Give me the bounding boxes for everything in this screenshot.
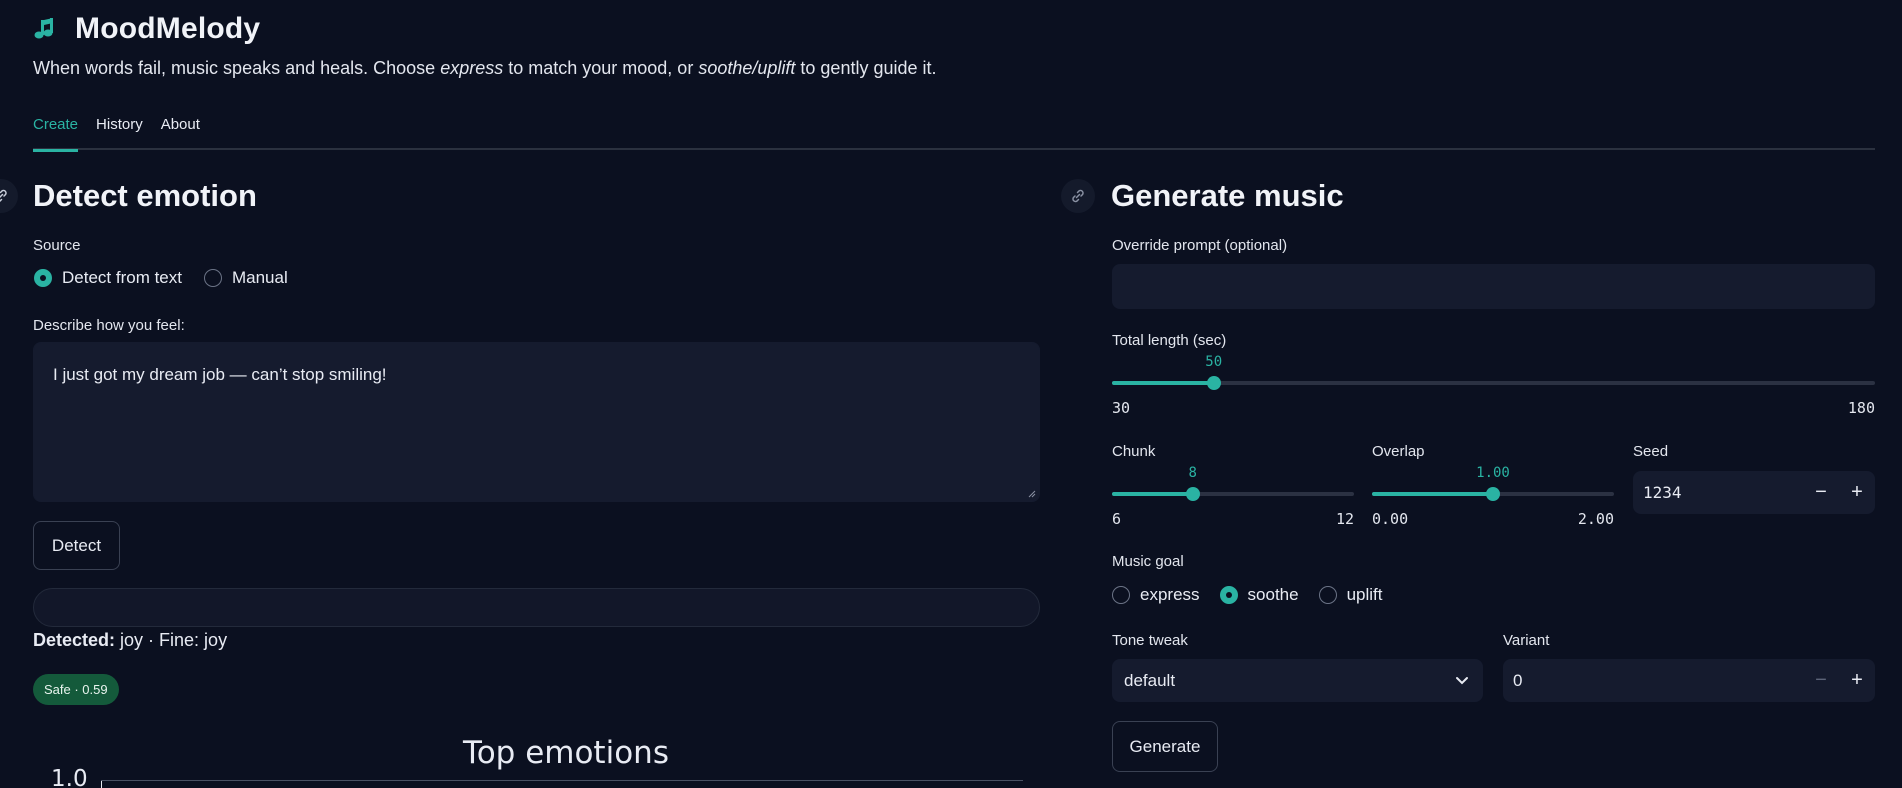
radio-label: Detect from text bbox=[62, 268, 182, 287]
slider-max: 12 bbox=[1335, 510, 1354, 528]
chart-title: Top emotions bbox=[463, 735, 669, 771]
chart-y-tick-label: 1.0 bbox=[51, 766, 88, 788]
slider-fill bbox=[1372, 492, 1493, 496]
app-page: MoodMelody When words fail, music speaks… bbox=[0, 0, 1902, 788]
seed-decrement-button[interactable]: − bbox=[1803, 471, 1839, 514]
slider-current-value: 50 bbox=[1205, 354, 1223, 370]
slider-min: 30 bbox=[1112, 399, 1131, 417]
chevron-down-icon bbox=[1456, 676, 1468, 684]
slider-current-value: 1.00 bbox=[1476, 465, 1510, 481]
detected-value: joy · Fine: joy bbox=[115, 630, 228, 650]
radio-uplift[interactable]: uplift bbox=[1318, 585, 1383, 605]
seed-label: Seed bbox=[1633, 443, 1669, 460]
radio-label: express bbox=[1140, 585, 1200, 604]
radio-label: soothe bbox=[1247, 585, 1299, 604]
link-icon[interactable] bbox=[0, 179, 18, 213]
radio-dot bbox=[1219, 586, 1238, 604]
override-prompt-input[interactable] bbox=[1112, 264, 1875, 309]
subtitle-text: to match your mood, or bbox=[503, 58, 699, 78]
subtitle-emphasis-soothe-uplift: soothe/uplift bbox=[698, 58, 796, 78]
safety-badge: Safe · 0.59 bbox=[33, 674, 119, 705]
chunk-slider[interactable]: 8 6 12 bbox=[1112, 465, 1354, 531]
chart-tick-mark bbox=[101, 780, 111, 788]
slider-min: 0.00 bbox=[1372, 510, 1409, 528]
slider-track bbox=[1112, 381, 1875, 385]
variant-decrement-button[interactable]: − bbox=[1803, 659, 1839, 702]
radio-dot bbox=[203, 269, 222, 287]
slider-max: 180 bbox=[1847, 399, 1875, 417]
slider-current-value: 8 bbox=[1188, 465, 1197, 481]
link-icon[interactable] bbox=[1061, 179, 1095, 213]
radio-label: Manual bbox=[231, 268, 288, 287]
app-subtitle: When words fail, music speaks and heals.… bbox=[33, 58, 937, 79]
app-title: MoodMelody bbox=[75, 12, 261, 45]
radio-label: uplift bbox=[1346, 585, 1383, 604]
tab-history[interactable]: History bbox=[96, 113, 143, 150]
subtitle-text: When words fail, music speaks and heals.… bbox=[33, 58, 441, 78]
music-goal-label: Music goal bbox=[1112, 553, 1184, 570]
radio-dot bbox=[1318, 586, 1337, 604]
slider-thumb[interactable] bbox=[1185, 487, 1200, 501]
slider-min: 6 bbox=[1112, 510, 1122, 528]
detect-progress-bar bbox=[33, 588, 1040, 627]
subtitle-text: to gently guide it. bbox=[795, 58, 937, 78]
tab-about[interactable]: About bbox=[161, 113, 200, 150]
variant-input[interactable]: 0 − + bbox=[1503, 659, 1875, 702]
chart-gridline bbox=[101, 780, 1023, 781]
textarea-value: I just got my dream job — can’t stop smi… bbox=[53, 365, 387, 384]
total-length-slider[interactable]: 50 30 180 bbox=[1112, 354, 1875, 420]
slider-thumb[interactable] bbox=[1206, 376, 1221, 390]
seed-increment-button[interactable]: + bbox=[1839, 471, 1875, 514]
override-prompt-label: Override prompt (optional) bbox=[1112, 237, 1288, 254]
chunk-label: Chunk bbox=[1112, 443, 1156, 460]
detect-button[interactable]: Detect bbox=[33, 521, 120, 570]
overlap-slider[interactable]: 1.00 0.00 2.00 bbox=[1372, 465, 1614, 531]
radio-manual[interactable]: Manual bbox=[203, 268, 288, 288]
seed-input[interactable]: 1234 − + bbox=[1633, 471, 1875, 514]
slider-fill bbox=[1112, 381, 1214, 385]
detected-result: Detected: joy · Fine: joy bbox=[33, 630, 227, 651]
music-goal-radio-group: express soothe uplift bbox=[1112, 585, 1383, 605]
describe-label: Describe how you feel: bbox=[33, 317, 185, 334]
detected-label: Detected: bbox=[33, 630, 116, 650]
variant-value: 0 bbox=[1513, 670, 1523, 690]
variant-increment-button[interactable]: + bbox=[1839, 659, 1875, 702]
detect-section-header: Detect emotion bbox=[0, 178, 257, 214]
source-label: Source bbox=[33, 237, 81, 254]
variant-label: Variant bbox=[1503, 632, 1550, 649]
subtitle-emphasis-express: express bbox=[440, 58, 504, 78]
music-note-icon bbox=[34, 18, 53, 39]
slider-fill bbox=[1112, 492, 1193, 496]
radio-dot bbox=[1112, 586, 1130, 604]
slider-max: 2.00 bbox=[1577, 510, 1614, 528]
total-length-label: Total length (sec) bbox=[1112, 332, 1227, 349]
tone-tweak-label: Tone tweak bbox=[1112, 632, 1188, 649]
tone-tweak-select[interactable]: default bbox=[1112, 659, 1483, 702]
radio-detect-from-text[interactable]: Detect from text bbox=[34, 268, 182, 288]
radio-dot bbox=[34, 269, 52, 287]
generate-section-header: Generate music bbox=[1061, 178, 1344, 214]
source-radio-group: Detect from text Manual bbox=[34, 268, 288, 288]
feeling-textarea[interactable]: I just got my dream job — can’t stop smi… bbox=[33, 342, 1040, 502]
tab-create[interactable]: Create bbox=[33, 113, 79, 152]
radio-express[interactable]: express bbox=[1112, 585, 1200, 605]
slider-thumb[interactable] bbox=[1486, 487, 1500, 501]
generate-button[interactable]: Generate bbox=[1112, 721, 1218, 772]
overlap-label: Overlap bbox=[1372, 443, 1425, 460]
tone-tweak-value: default bbox=[1124, 670, 1176, 690]
seed-value: 1234 bbox=[1643, 483, 1682, 502]
detect-heading: Detect emotion bbox=[33, 178, 257, 213]
app-header: MoodMelody bbox=[33, 12, 260, 46]
radio-soothe[interactable]: soothe bbox=[1219, 585, 1299, 605]
resize-handle-icon[interactable] bbox=[1026, 488, 1036, 498]
generate-heading: Generate music bbox=[1111, 178, 1344, 213]
tab-bar: Create History About bbox=[33, 113, 1875, 152]
